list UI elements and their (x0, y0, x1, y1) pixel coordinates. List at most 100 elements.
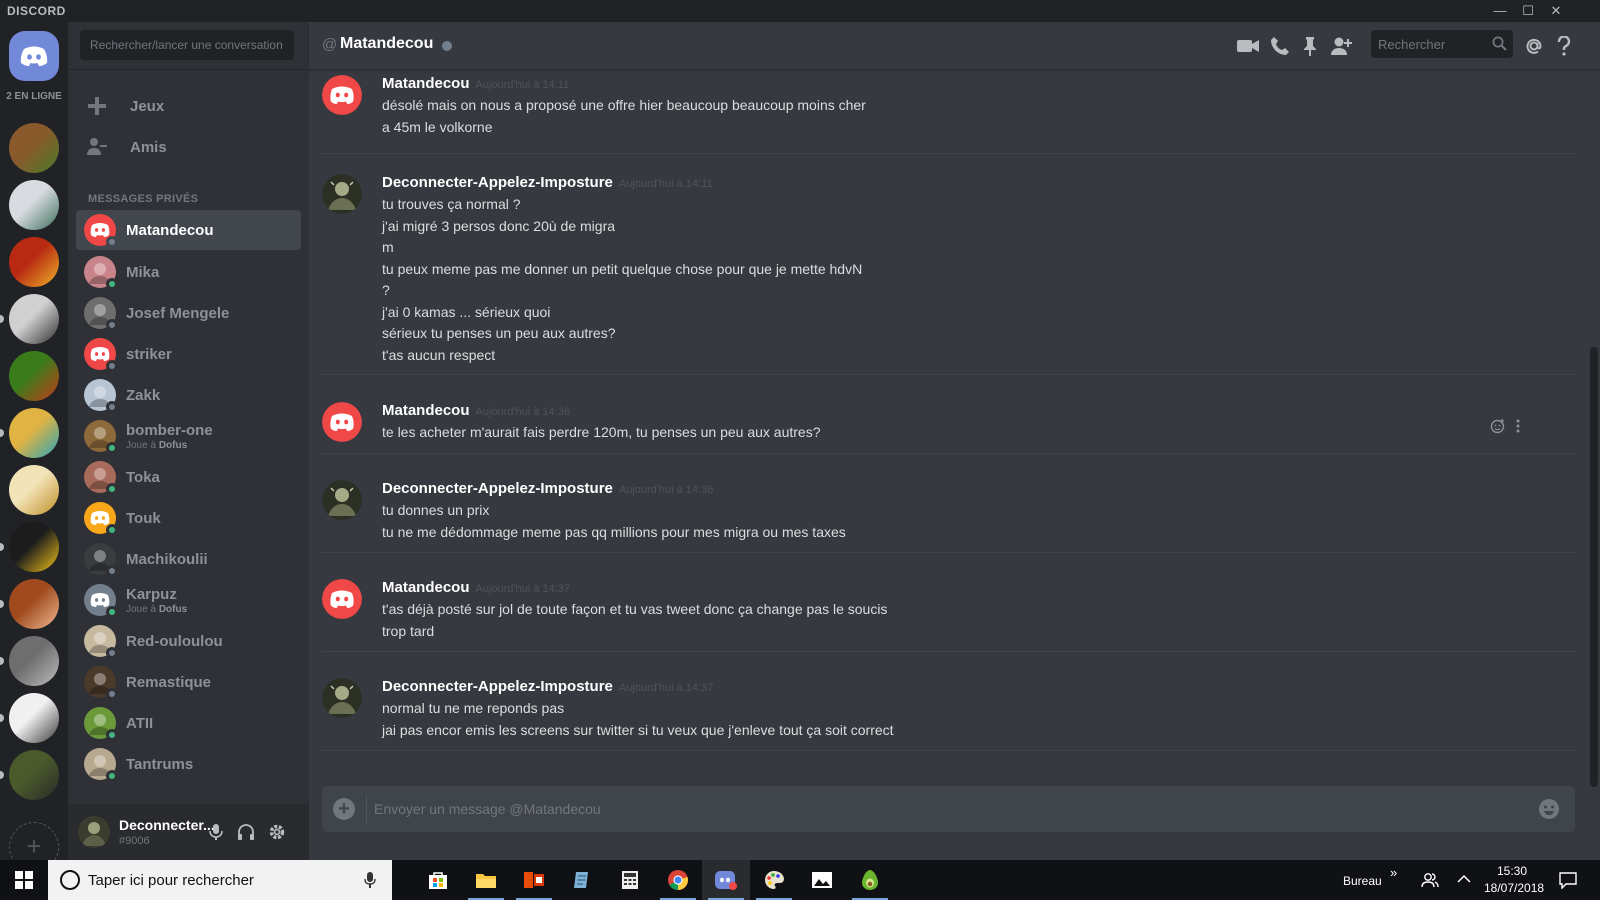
dm-name: Mika (126, 263, 160, 281)
dm-item[interactable]: Red-ouloulou (76, 621, 301, 661)
calculator-app[interactable] (606, 860, 654, 900)
mention-icon[interactable] (1523, 35, 1545, 57)
dm-item[interactable]: Karpuz Joue à Dofus (76, 580, 301, 620)
message-header: Matandecou Aujourd'hui à 14:11 (382, 75, 569, 93)
conversation-search-input[interactable] (80, 30, 294, 60)
emoji-icon[interactable] (1538, 798, 1560, 825)
chat-scrollbar[interactable] (1590, 347, 1598, 787)
pin-icon[interactable] (1299, 35, 1321, 57)
unread-indicator (0, 657, 4, 665)
nav-friends-label: Amis (130, 138, 167, 156)
dm-item[interactable]: ATII (76, 703, 301, 743)
message-avatar[interactable] (322, 579, 362, 619)
avocado-app[interactable] (846, 860, 894, 900)
voice-call-icon[interactable] (1269, 35, 1291, 57)
headphones-icon[interactable] (236, 822, 256, 842)
conversation-search[interactable] (80, 30, 294, 60)
clock-date[interactable]: 18/07/2018 (1484, 881, 1544, 895)
message-avatar[interactable] (322, 480, 362, 520)
paint-app[interactable] (750, 860, 798, 900)
message-search[interactable] (1371, 30, 1513, 58)
server-icon[interactable] (9, 693, 59, 743)
server-icon[interactable] (9, 180, 59, 230)
message-author[interactable]: Matandecou (382, 579, 470, 596)
add-friend-icon[interactable] (1330, 35, 1352, 57)
notes-app[interactable] (558, 860, 606, 900)
close-button[interactable]: ✕ (1542, 1, 1570, 21)
chevron-up-icon[interactable] (1457, 873, 1471, 887)
dm-text: Toka (126, 469, 160, 486)
message-author[interactable]: Deconnecter-Appelez-Imposture (382, 678, 613, 695)
dm-item[interactable]: Touk (76, 498, 301, 538)
people-icon[interactable] (1421, 871, 1439, 892)
folder-icon (476, 874, 496, 888)
message-author[interactable]: Matandecou (382, 75, 470, 92)
toolbar-expand-chevron[interactable]: » (1390, 865, 1397, 880)
message-text: te les acheter m'aurait fais perdre 120m… (382, 424, 821, 440)
upload-plus-icon[interactable]: + (333, 798, 355, 820)
discord-app[interactable] (702, 860, 750, 900)
message-header: Matandecou Aujourd'hui à 14:36 (382, 402, 570, 420)
photos-icon (812, 872, 832, 888)
dm-item[interactable]: Matandecou (76, 210, 301, 250)
message-avatar[interactable] (322, 402, 362, 442)
dm-item[interactable]: Toka (76, 457, 301, 497)
server-icon[interactable] (9, 465, 59, 515)
message-input[interactable] (374, 786, 1514, 832)
app-brand: DISCORD (7, 4, 66, 18)
minimize-button[interactable]: — (1486, 1, 1514, 21)
avatar (84, 502, 118, 536)
microphone-icon[interactable] (206, 822, 226, 842)
message-avatar[interactable] (322, 678, 362, 718)
desktop-toolbar-label[interactable]: Bureau (1343, 874, 1382, 888)
server-icon[interactable] (9, 408, 59, 458)
microphone-icon[interactable] (364, 871, 376, 894)
maximize-button[interactable]: ☐ (1514, 1, 1542, 21)
server-icon[interactable] (9, 636, 59, 686)
gear-icon[interactable] (267, 822, 287, 842)
taskbar-search-input[interactable] (88, 860, 348, 900)
message-author[interactable]: Deconnecter-Appelez-Imposture (382, 174, 613, 191)
clock-time[interactable]: 15:30 (1497, 864, 1527, 878)
server-icon[interactable] (9, 294, 59, 344)
store-app[interactable] (414, 860, 462, 900)
start-button[interactable] (0, 860, 48, 900)
message-author[interactable]: Matandecou (382, 402, 470, 419)
dm-name: Red-ouloulou (126, 632, 223, 650)
message-avatar[interactable] (322, 75, 362, 115)
taskbar-search[interactable] (48, 860, 392, 900)
video-call-icon[interactable] (1237, 35, 1259, 57)
dm-item[interactable]: Machikoulii (76, 539, 301, 579)
message-author[interactable]: Deconnecter-Appelez-Imposture (382, 480, 613, 497)
dm-name: striker (126, 345, 172, 363)
dm-item[interactable]: Mika (76, 252, 301, 292)
action-center-icon[interactable] (1559, 871, 1577, 892)
server-icon[interactable] (9, 123, 59, 173)
server-icon[interactable] (9, 522, 59, 572)
server-icon[interactable] (9, 237, 59, 287)
dm-item[interactable]: Remastique (76, 662, 301, 702)
file-explorer-app[interactable] (462, 860, 510, 900)
home-button[interactable] (9, 31, 59, 81)
help-icon[interactable] (1553, 35, 1575, 57)
presence-indicator (106, 565, 118, 577)
user-avatar[interactable] (78, 816, 110, 848)
add-reaction-icon[interactable] (1490, 418, 1506, 439)
chrome-app[interactable] (654, 860, 702, 900)
server-icon[interactable] (9, 351, 59, 401)
server-icon[interactable] (9, 579, 59, 629)
message-avatar[interactable] (322, 174, 362, 214)
office-app[interactable] (510, 860, 558, 900)
dm-item[interactable]: Josef Mengele (76, 293, 301, 333)
more-options-icon[interactable] (1516, 418, 1520, 439)
activity-prefix: Joue à (126, 603, 157, 615)
dm-item[interactable]: bomber-one Joue à Dofus (76, 416, 301, 456)
nav-friends[interactable]: Amis (76, 127, 301, 167)
nav-games[interactable]: Jeux (76, 86, 301, 126)
photos-app[interactable] (798, 860, 846, 900)
server-icon[interactable] (9, 750, 59, 800)
dm-item[interactable]: striker (76, 334, 301, 374)
dm-item[interactable]: Zakk (76, 375, 301, 415)
message-divider (322, 374, 1575, 375)
dm-item[interactable]: Tantrums (76, 744, 301, 784)
